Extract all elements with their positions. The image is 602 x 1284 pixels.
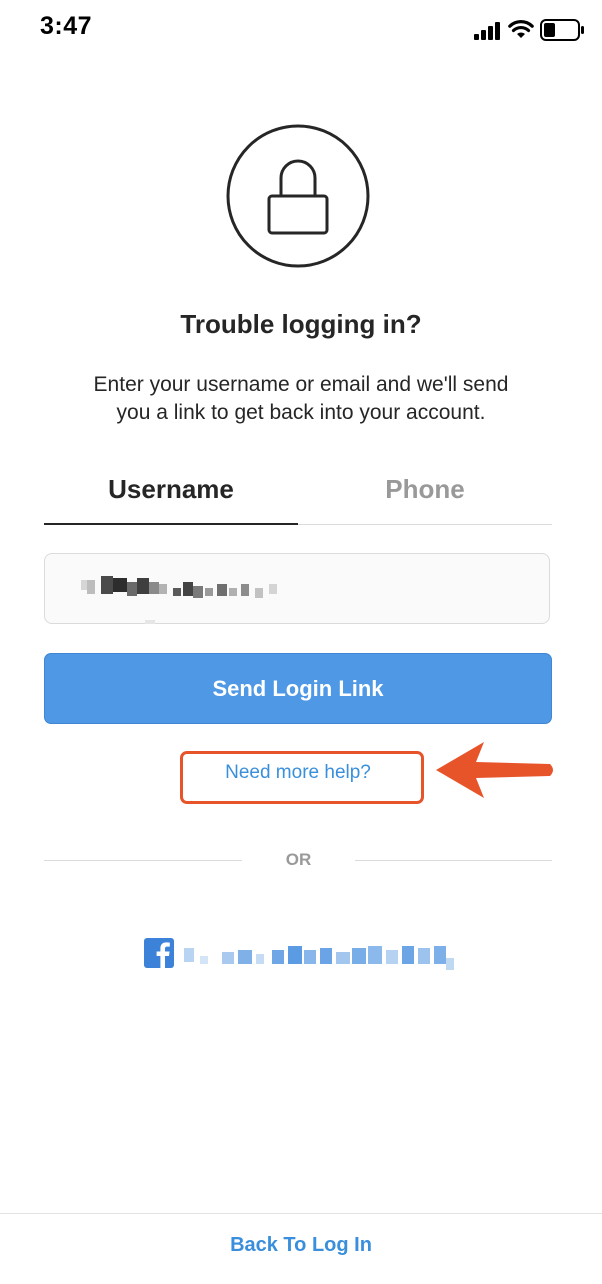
page-title: Trouble logging in? bbox=[180, 309, 422, 339]
signal-icon bbox=[474, 22, 500, 40]
tab-underline bbox=[298, 524, 552, 525]
back-to-log-in-link[interactable]: Back To Log In bbox=[0, 1234, 602, 1257]
page-subtitle: Enter your username or email and we'll s… bbox=[93, 373, 509, 424]
tab-username[interactable]: Username bbox=[44, 474, 298, 505]
need-more-help-link[interactable]: Need more help? bbox=[180, 762, 416, 784]
divider-line-left bbox=[44, 860, 242, 861]
facebook-icon[interactable] bbox=[144, 938, 174, 968]
or-divider: OR bbox=[285, 850, 312, 869]
status-bar: 3:47 bbox=[0, 0, 602, 60]
send-login-link-button[interactable]: Send Login Link bbox=[44, 653, 552, 724]
lock-icon bbox=[226, 124, 370, 268]
trouble-logging-in-screen: 3:47 Trouble logging in? Enter your user… bbox=[0, 0, 602, 1284]
battery-icon bbox=[540, 19, 584, 41]
wifi-icon bbox=[508, 20, 534, 38]
tab-phone[interactable]: Phone bbox=[298, 474, 552, 505]
tab-active-indicator bbox=[44, 523, 298, 525]
username-input[interactable] bbox=[44, 553, 550, 624]
status-time: 3:47 bbox=[40, 12, 93, 40]
annotation-arrow-icon bbox=[436, 742, 553, 798]
divider-line-right bbox=[355, 860, 552, 861]
footer-divider bbox=[0, 1213, 602, 1214]
